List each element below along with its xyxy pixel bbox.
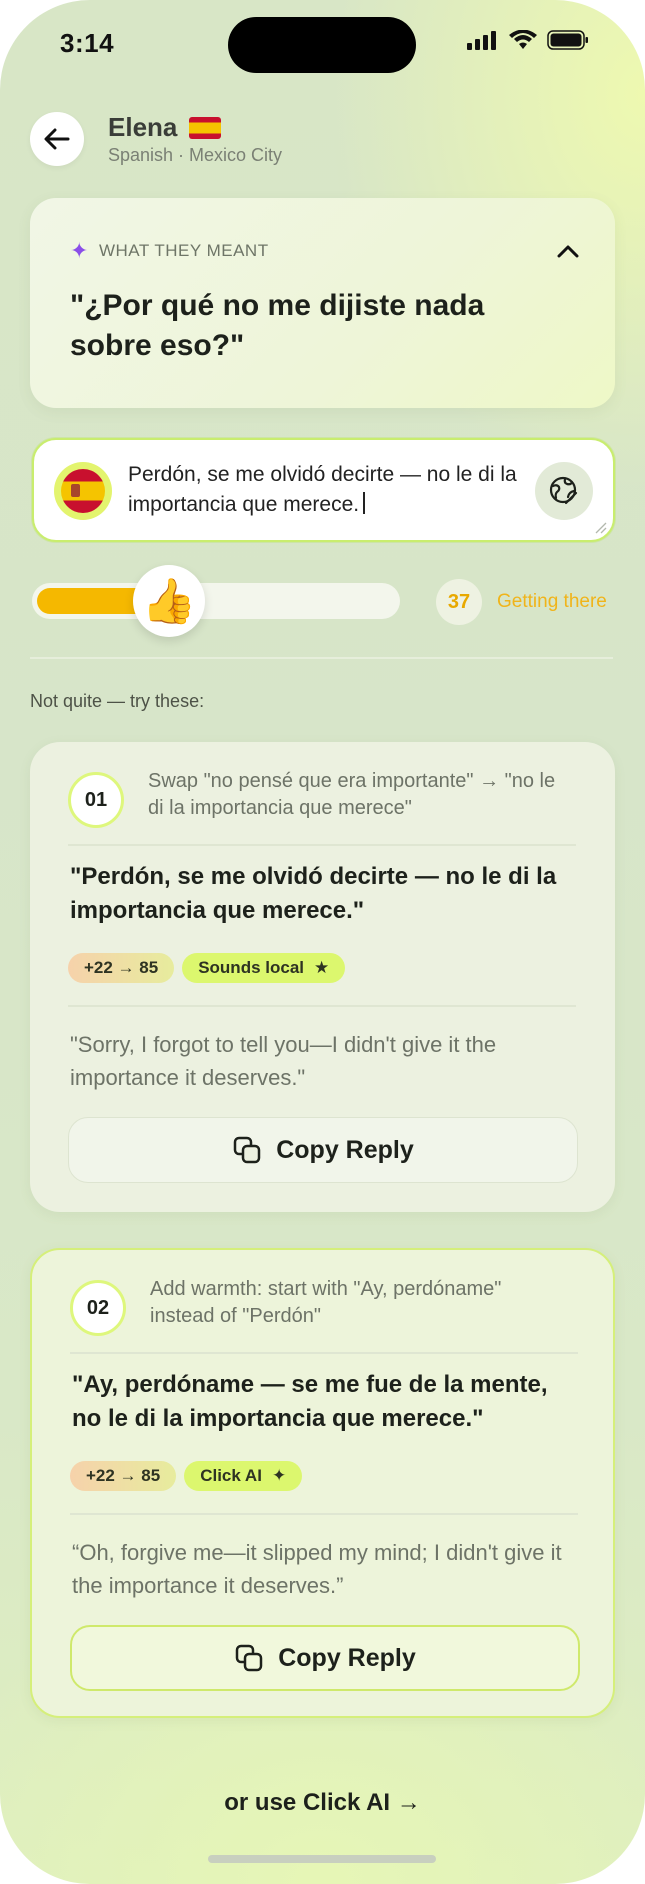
suggestion-tip: Swap "no pensé que era importante" → "no… — [148, 770, 556, 819]
suggestion-tags: +22 → 85 Click AI ✦ — [70, 1461, 303, 1491]
contact-name-text: Elena — [108, 112, 178, 142]
suggestion-quote: "Ay, perdóname — se me fue de la mente, … — [72, 1371, 548, 1432]
spain-flag-icon — [61, 469, 105, 513]
suggestion-translation: “Oh, forgive me—it slipped my mind; I di… — [72, 1540, 562, 1598]
chevron-up-icon[interactable] — [553, 236, 583, 266]
translate-button[interactable] — [535, 462, 593, 520]
contact-subtitle: Spanish · Mexico City — [108, 145, 283, 165]
arrow-left-icon — [44, 128, 70, 150]
score-value: 37 — [436, 579, 482, 625]
suggestions-label: Not quite — try these: — [30, 691, 205, 711]
copy-icon — [233, 1136, 261, 1164]
reply-input-value: Perdón, se me olvidó decirte — no le di … — [128, 463, 517, 516]
score-gain-tag: +22 → 85 — [70, 1461, 177, 1491]
divider — [30, 657, 613, 659]
tag-label: Sounds local — [198, 958, 304, 977]
divider — [68, 1005, 576, 1007]
divider — [68, 844, 576, 846]
divider — [70, 1352, 578, 1354]
spain-flag-icon — [189, 116, 222, 139]
score-gain-tag: +22 → 85 — [68, 953, 175, 983]
meaning-label-text: WHAT THEY MEANT — [98, 241, 269, 260]
resize-handle-icon[interactable] — [593, 520, 607, 534]
tag-label: Click AI — [200, 1466, 262, 1485]
language-flag-avatar[interactable] — [54, 462, 112, 520]
meaning-card: ✦ WHAT THEY MEANT "¿Por qué no me dijist… — [30, 198, 615, 408]
thumbs-up-icon: 👍 — [133, 565, 205, 637]
phone-screen: 3:14 Elena Spanish · Mexico City ✦ WHAT … — [0, 0, 645, 1884]
suggestion-tip: Add warmth: start with "Ay, perdóname" i… — [150, 1278, 502, 1327]
suggestion-number: 01 — [68, 772, 124, 828]
reply-input[interactable]: Perdón, se me olvidó decirte — no le di … — [32, 438, 615, 542]
suggestion-number: 02 — [70, 1280, 126, 1336]
click-ai-tag: Click AI ✦ — [184, 1461, 303, 1491]
copy-reply-button[interactable]: Copy Reply — [70, 1625, 580, 1691]
dynamic-island — [228, 17, 416, 73]
battery-icon — [547, 30, 588, 50]
meaning-label: ✦ WHAT THEY MEANT — [70, 240, 269, 262]
wifi-icon — [509, 30, 537, 49]
status-time: 3:14 — [60, 28, 115, 58]
copy-reply-label: Copy Reply — [278, 1643, 416, 1672]
suggestion-translation: "Sorry, I forgot to tell you—I didn't gi… — [70, 1032, 497, 1090]
home-indicator[interactable] — [208, 1855, 436, 1863]
sparkle-icon: ✦ — [70, 238, 89, 263]
copy-reply-label: Copy Reply — [276, 1135, 414, 1164]
score-meter: 👍 — [32, 565, 400, 637]
star-icon: ★ — [314, 958, 330, 977]
suggestion-card: 02 Add warmth: start with "Ay, perdóname… — [30, 1248, 615, 1718]
text-caret — [363, 492, 366, 514]
score-status: Getting there — [497, 591, 607, 612]
use-click-ai-link[interactable]: or use Click AI → — [0, 1789, 645, 1817]
signal-icon — [467, 31, 496, 50]
suggestion-tags: +22 → 85 Sounds local ★ — [68, 953, 346, 983]
suggestion-quote: "Perdón, se me olvidó decirte — no le di… — [70, 863, 557, 924]
suggestion-card: 01 Swap "no pensé que era importante" → … — [30, 742, 615, 1212]
sparkle-icon: ✦ — [271, 1466, 287, 1485]
meaning-text: "¿Por qué no me dijiste nada sobre eso?" — [70, 289, 485, 362]
divider — [70, 1513, 578, 1515]
reply-input-text[interactable]: Perdón, se me olvidó decirte — no le di … — [128, 460, 548, 520]
status-icons — [467, 30, 589, 50]
back-button[interactable] — [30, 112, 84, 166]
copy-icon — [235, 1644, 263, 1672]
contact-name: Elena — [108, 112, 222, 143]
sounds-local-tag: Sounds local ★ — [182, 953, 346, 983]
globe-icon — [549, 476, 578, 505]
copy-reply-button[interactable]: Copy Reply — [68, 1117, 578, 1183]
